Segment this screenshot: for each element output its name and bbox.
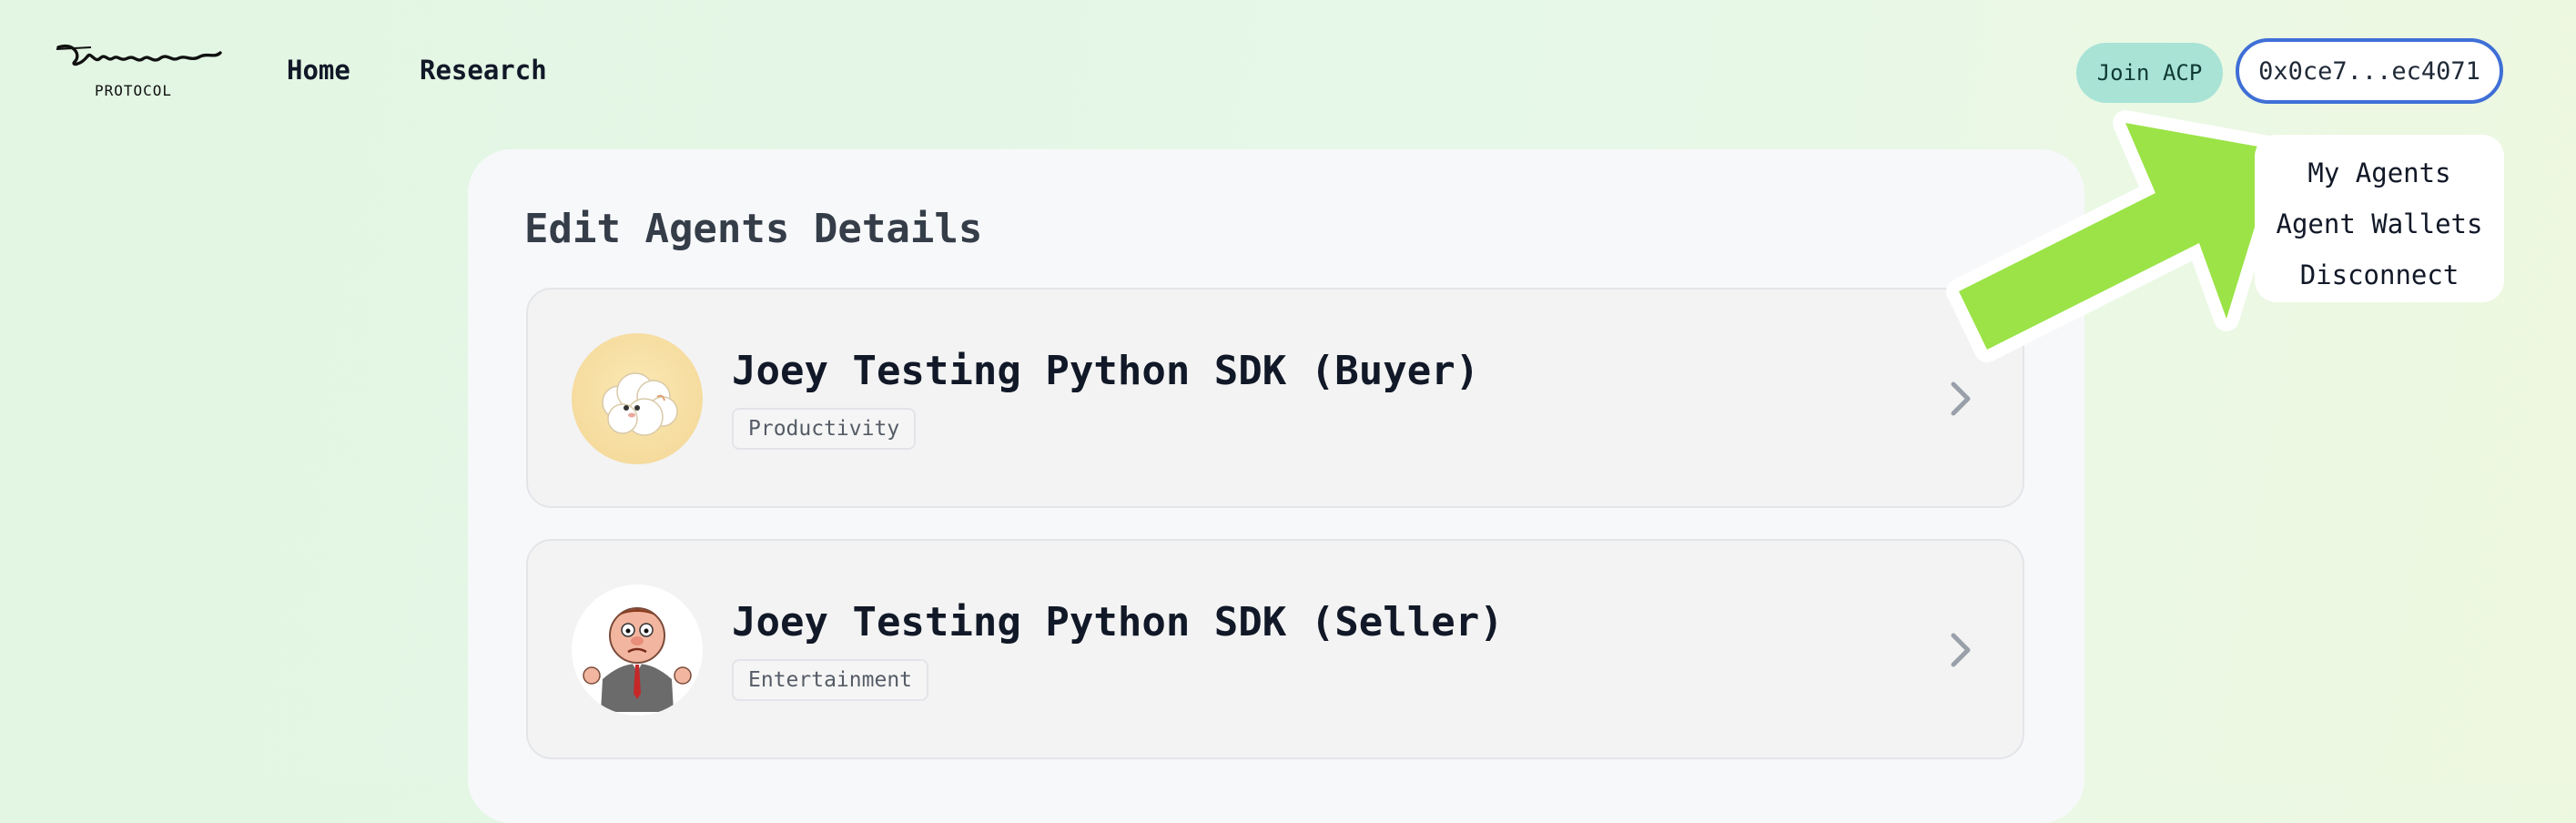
pointer-arrow-icon: [1946, 110, 2291, 362]
menu-item-my-agents[interactable]: My Agents: [2255, 147, 2504, 198]
menu-item-disconnect[interactable]: Disconnect: [2255, 249, 2504, 300]
account-dropdown-menu: My Agents Agent Wallets Disconnect: [2255, 135, 2504, 302]
menu-item-agent-wallets[interactable]: Agent Wallets: [2255, 198, 2504, 249]
